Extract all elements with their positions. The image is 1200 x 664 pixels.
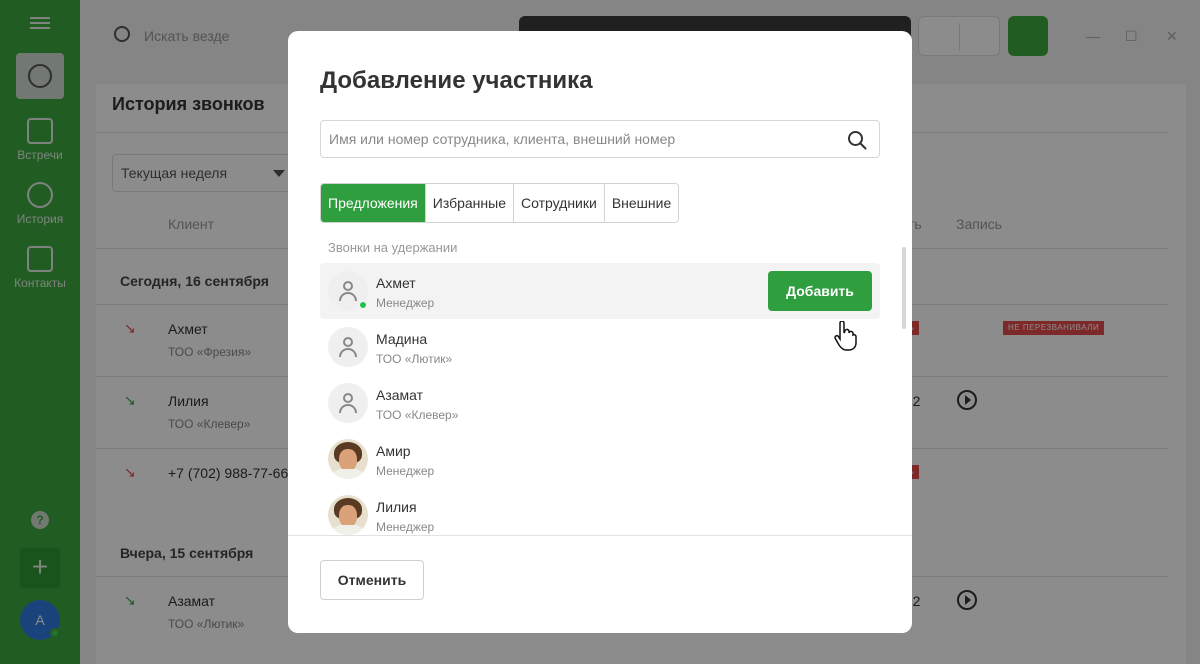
contact-subtitle: Менеджер xyxy=(376,520,435,534)
section-label: Звонки на удержании xyxy=(328,240,458,255)
contact-subtitle: Менеджер xyxy=(376,296,435,310)
contact-subtitle: Менеджер xyxy=(376,464,435,478)
contact-name: Ахмет xyxy=(376,275,416,291)
user-icon-body xyxy=(339,404,357,413)
tab-suggestions[interactable]: Предложения xyxy=(321,184,425,222)
avatar-photo xyxy=(328,439,368,479)
avatar-shirt xyxy=(332,469,364,479)
participant-tabs: Предложения Избранные Сотрудники Внешние xyxy=(320,183,680,223)
contact-name: Амир xyxy=(376,443,411,459)
participant-search-input[interactable] xyxy=(321,121,831,157)
tab-external[interactable]: Внешние xyxy=(603,184,679,222)
cancel-button[interactable]: Отменить xyxy=(320,560,424,600)
avatar-face xyxy=(339,449,357,471)
list-item[interactable]: Азамат ТОО «Клевер» xyxy=(320,375,880,431)
list-item[interactable]: Мадина ТОО «Лютик» xyxy=(320,319,880,375)
user-icon-body xyxy=(339,348,357,357)
scrollbar-thumb[interactable] xyxy=(902,247,906,329)
user-icon-body xyxy=(339,292,357,301)
list-item[interactable]: Ахмет Менеджер Добавить xyxy=(320,263,880,351)
avatar-face xyxy=(339,505,357,527)
avatar xyxy=(328,327,368,367)
list-item[interactable]: Лилия Менеджер xyxy=(320,487,880,536)
tab-favorites[interactable]: Избранные xyxy=(424,184,513,222)
contact-subtitle: ТОО «Лютик» xyxy=(376,352,453,366)
participant-list[interactable]: Звонки на удержании Ахмет Менеджер Добав… xyxy=(288,231,912,536)
divider xyxy=(288,535,912,536)
avatar-shirt xyxy=(332,525,364,535)
user-icon xyxy=(343,393,353,403)
contact-name: Мадина xyxy=(376,331,428,347)
avatar xyxy=(328,383,368,423)
search-icon[interactable] xyxy=(847,130,867,150)
user-icon xyxy=(343,281,353,291)
contact-name: Лилия xyxy=(376,499,417,515)
contact-subtitle: ТОО «Клевер» xyxy=(376,408,459,422)
add-participant-dialog: Добавление участника Предложения Избранн… xyxy=(288,31,912,633)
tab-employees[interactable]: Сотрудники xyxy=(512,184,604,222)
dialog-title: Добавление участника xyxy=(320,67,593,94)
add-participant-button[interactable]: Добавить xyxy=(768,271,872,311)
participant-search[interactable] xyxy=(320,120,880,158)
avatar-photo xyxy=(328,495,368,535)
user-icon xyxy=(343,337,353,347)
online-status-dot xyxy=(358,300,368,310)
contact-name: Азамат xyxy=(376,387,424,403)
list-item[interactable]: Амир Менеджер xyxy=(320,431,880,487)
